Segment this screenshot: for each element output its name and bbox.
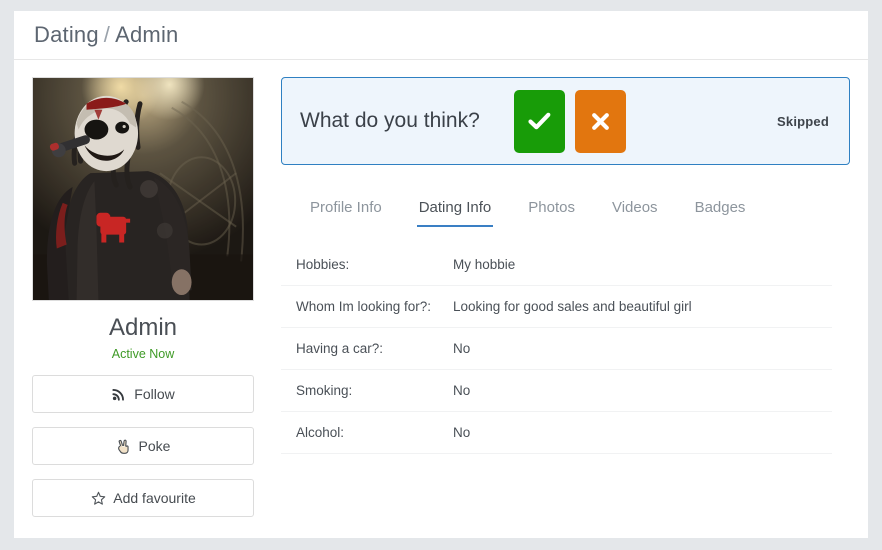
vote-yes-button[interactable] — [513, 89, 565, 153]
hand-victory-icon — [116, 438, 132, 454]
row-value: Looking for good sales and beautiful gir… — [453, 299, 692, 314]
add-favourite-button[interactable]: Add favourite — [32, 479, 254, 518]
cross-icon — [591, 112, 610, 131]
profile-photo — [32, 77, 254, 301]
breadcrumb-item-dating[interactable]: Dating — [34, 22, 99, 47]
dating-info-table: Hobbies: My hobbie Whom Im looking for?:… — [281, 244, 832, 454]
breadcrumb-separator: / — [103, 22, 111, 47]
table-row: Hobbies: My hobbie — [281, 244, 832, 286]
row-label: Whom Im looking for?: — [296, 299, 432, 314]
rating-buttons — [513, 89, 626, 153]
row-label: Hobbies: — [296, 257, 350, 272]
add-favourite-button-label: Add favourite — [113, 490, 196, 507]
vote-no-button[interactable] — [574, 89, 626, 153]
poke-button-label: Poke — [138, 438, 171, 455]
profile-main: What do you think? Skipped Profile Info … — [254, 77, 850, 517]
row-label: Smoking: — [296, 383, 353, 398]
star-outline-icon — [90, 490, 106, 506]
table-row: Whom Im looking for?: Looking for good s… — [281, 286, 832, 328]
row-value: No — [453, 383, 471, 398]
rating-question: What do you think? — [300, 109, 480, 132]
row-label: Alcohol: — [296, 425, 345, 440]
row-value: No — [453, 425, 471, 440]
rating-status-badge: Skipped — [777, 113, 829, 129]
breadcrumb: Dating / Admin — [34, 22, 178, 48]
check-icon — [528, 112, 551, 130]
page-card: Dating / Admin Admin Active Now Follow P… — [14, 11, 868, 538]
profile-name: Admin — [108, 314, 178, 341]
table-row: Having a car?: No — [281, 328, 832, 370]
poke-button[interactable]: Poke — [32, 427, 254, 466]
row-value: No — [453, 341, 471, 356]
profile-tabs: Profile Info Dating Info Photos Videos B… — [281, 193, 850, 227]
profile-status: Active Now — [111, 347, 175, 362]
row-value: My hobbie — [453, 257, 516, 272]
follow-button[interactable]: Follow — [32, 375, 254, 414]
tab-videos[interactable]: Videos — [610, 193, 660, 227]
rss-icon — [111, 386, 127, 402]
follow-button-label: Follow — [134, 386, 175, 403]
tab-photos[interactable]: Photos — [526, 193, 577, 227]
table-row: Alcohol: No — [281, 412, 832, 454]
row-label: Having a car?: — [296, 341, 384, 356]
tab-profile-info[interactable]: Profile Info — [308, 193, 384, 227]
profile-body: Admin Active Now Follow Poke Add favouri… — [14, 60, 868, 518]
rating-panel: What do you think? Skipped — [281, 77, 850, 165]
table-row: Smoking: No — [281, 370, 832, 412]
breadcrumb-item-current: Admin — [115, 22, 179, 47]
page-header: Dating / Admin — [14, 11, 868, 60]
tab-dating-info[interactable]: Dating Info — [416, 193, 494, 227]
tab-badges[interactable]: Badges — [693, 193, 748, 227]
profile-sidebar: Admin Active Now Follow Poke Add favouri… — [32, 77, 254, 518]
